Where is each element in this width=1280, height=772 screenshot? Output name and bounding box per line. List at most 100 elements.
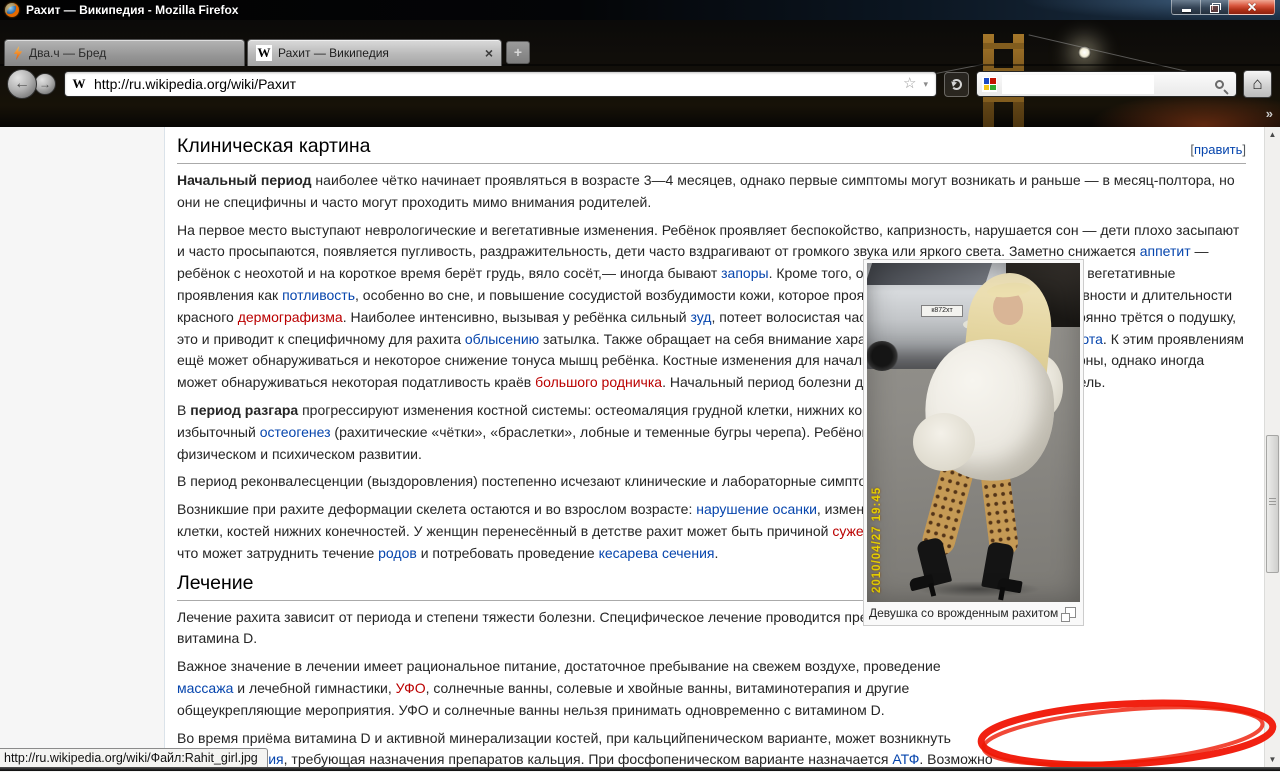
girl-face-shape [993,291,1023,325]
url-text[interactable]: http://ru.wikipedia.org/wiki/Рахит [94,76,896,92]
restore-button[interactable] [1201,0,1229,15]
heading-text: Клиническая картина [177,135,371,157]
tab-strip: Два.ч — Бред W Рахит — Википедия × + [0,38,1280,66]
google-icon-part [984,85,990,91]
leopard-legging-shape [979,462,1019,559]
wiki-link[interactable]: АТФ [892,751,919,767]
window-bottom-frame [0,767,1280,771]
fur-coat-shape [1017,355,1063,419]
edit-link[interactable]: править [1194,142,1242,157]
paragraph: На первое место выступают неврологически… [177,220,1246,394]
tab-dvach[interactable]: Два.ч — Бред [4,39,245,66]
tab-wikipedia-active[interactable]: W Рахит — Википедия × [247,39,502,66]
car-windshield-shape [867,263,993,285]
image-caption: Девушка со врожденным рахитом [869,606,1061,621]
fur-coat-shape [913,413,975,471]
text-run: , требующая назначения препаратов кальци… [284,751,893,767]
shadow-shape [915,581,1041,597]
text-run: На первое место выступают неврологически… [177,222,1239,260]
window-controls [1171,0,1275,15]
girl-hair-fringe-shape [986,281,1031,300]
firefox-icon [5,3,19,17]
scroll-up-icon[interactable]: ▲ [1265,130,1280,139]
url-dropdown-icon[interactable]: ▾ [923,79,928,90]
navigation-toolbar: ← → W http://ru.wikipedia.org/wiki/Рахит… [0,68,1280,100]
forward-button[interactable]: → [34,73,56,95]
home-button[interactable]: ⌂ [1243,70,1272,98]
scroll-down-icon[interactable]: ▼ [1265,755,1280,764]
wiki-red-link[interactable]: дермографизма [238,309,343,325]
wiki-link[interactable]: кесарева сечения [599,545,715,561]
bookmarks-overflow-chevron-icon[interactable]: » [1266,106,1273,121]
text-run: В период реконвалесценции (выздоровления… [177,473,938,489]
scrollbar-thumb[interactable] [1266,435,1279,573]
minimize-button[interactable] [1171,0,1201,15]
wiki-link[interactable]: зуд [690,309,711,325]
tab-close-icon[interactable]: × [485,47,493,59]
wiki-link[interactable]: массажа [177,680,233,696]
car-shape: к872хт [867,263,1013,369]
wiki-link[interactable]: аппетит [1140,243,1191,259]
license-plate: к872хт [921,305,963,317]
wiki-link[interactable]: потливость [282,287,355,303]
wiki-link[interactable]: нарушение осанки [696,501,817,517]
restore-icon [1210,3,1219,11]
minimize-icon [1182,9,1191,12]
new-tab-button[interactable]: + [506,41,530,64]
lightning-icon [13,46,23,60]
leopard-legging-shape [919,456,976,559]
window-titlebar: Рахит — Википедия - Mozilla Firefox [0,0,1280,20]
wiki-link[interactable]: остеогенез [260,424,331,440]
close-button[interactable] [1229,0,1275,15]
status-link-preview: http://ru.wikipedia.org/wiki/Файл:Rahit_… [0,748,268,767]
reload-button[interactable] [944,72,969,97]
back-button[interactable]: ← [7,69,37,99]
bookmark-star-icon[interactable]: ☆ [903,77,916,91]
close-icon [1247,2,1257,12]
wikipedia-icon: W [256,45,272,61]
edit-section-link[interactable]: [править] [1190,140,1246,160]
paragraph: Во время приёма витамина D и активной ми… [177,728,994,767]
google-icon-part [990,85,996,91]
rickets-girl-photo[interactable]: к872хт 2010/04/27 19:45 [867,263,1080,602]
vertical-scrollbar[interactable]: ▲ ▼ [1264,127,1280,767]
image-caption-row: Девушка со врожденным рахитом [867,602,1080,622]
text-run: . [714,545,718,561]
google-icon-part [990,78,996,84]
google-icon [982,77,997,92]
boot-shape [916,537,952,588]
text-run: . Наиболее интенсивно, вызывая у ребёнка… [343,309,691,325]
section-heading-clinical: [править] Клиническая картина [177,134,1246,164]
text-run: и лечебной гимнастики, [233,680,395,696]
wiki-link[interactable]: запоры [721,265,768,281]
google-icon-part [984,78,990,84]
paragraph: Важное значение в лечении имеет рационал… [177,656,994,721]
wiki-red-link[interactable]: большого родничка [535,374,662,390]
search-magnifier-icon[interactable] [1215,80,1224,89]
photo-timestamp: 2010/04/27 19:45 [871,453,883,593]
firefox-window: { "colors": { "link": "#0645ad", "red_li… [0,0,1280,771]
browser-chrome: Два.ч — Бред W Рахит — Википедия × + ← →… [0,20,1280,127]
page-left-margin [0,127,164,767]
paragraph: Начальный период наиболее чётко начинает… [177,170,1246,214]
fur-coat-shape [916,331,1064,490]
wiki-link[interactable]: облысению [465,331,539,347]
window-title: Рахит — Википедия - Mozilla Firefox [26,3,238,17]
car-headlight-shape [963,319,991,330]
text-run: и потребовать проведение [417,545,599,561]
heading-text: Лечение [177,572,254,594]
search-input[interactable] [1002,75,1154,94]
wiki-red-link[interactable]: УФО [396,680,426,696]
reload-icon [951,79,962,90]
text-run: Важное значение в лечении имеет рационал… [177,658,941,674]
scrollbar-grip [1269,498,1276,507]
text-run: Возникшие при рахите деформации скелета … [177,501,696,517]
bracket: ] [1242,142,1246,157]
magnify-icon[interactable] [1065,607,1076,618]
search-box[interactable] [976,71,1237,97]
article-image-thumbnail[interactable]: к872хт 2010/04/27 19:45 Девушка со врожд… [863,259,1084,626]
boot-shape [981,541,1015,591]
tab-label: Два.ч — Бред [29,46,236,60]
wiki-link[interactable]: родов [378,545,417,561]
url-bar[interactable]: W http://ru.wikipedia.org/wiki/Рахит ☆ ▾ [64,71,937,97]
